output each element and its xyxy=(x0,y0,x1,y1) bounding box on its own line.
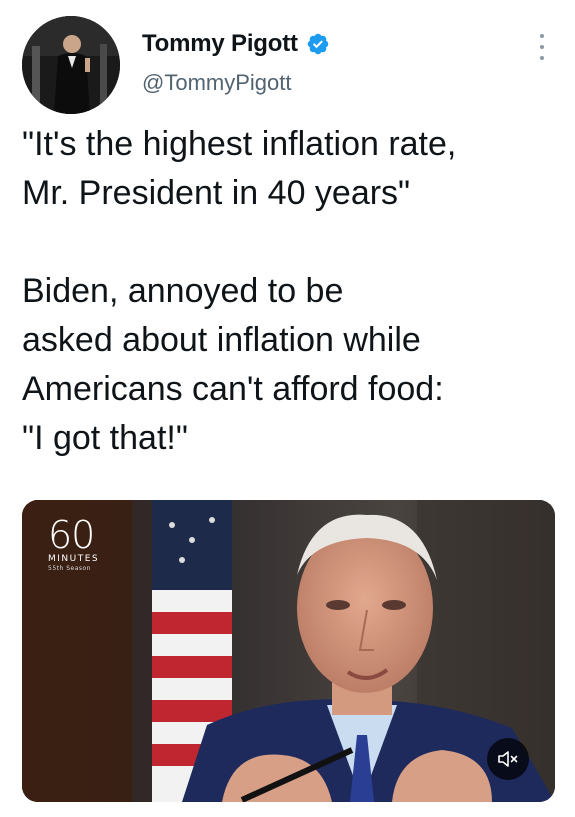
video-player[interactable]: 60 MINUTES 55th Season xyxy=(22,500,555,802)
sixty-minutes-logo: 60 MINUTES 55th Season xyxy=(48,513,100,572)
logo-subtitle: 55th Season xyxy=(48,565,91,572)
logo-title: MINUTES xyxy=(48,554,100,564)
avatar[interactable] xyxy=(22,16,120,114)
author-name-row[interactable]: Tommy Pigott xyxy=(142,30,330,58)
tweet-line: "It's the highest inflation rate, xyxy=(22,125,457,163)
mute-button[interactable] xyxy=(487,738,529,780)
video-frame xyxy=(22,500,555,802)
verified-badge-icon xyxy=(307,33,329,55)
tweet-line: Americans can't afford food: xyxy=(22,370,444,408)
more-dot xyxy=(540,34,544,38)
display-name[interactable]: Tommy Pigott xyxy=(142,30,298,58)
author-handle[interactable]: @TommyPigott xyxy=(142,70,291,96)
tweet-line: asked about inflation while xyxy=(22,321,421,359)
more-dot xyxy=(540,56,544,60)
logo-number: 60 xyxy=(48,513,95,557)
tweet-line: "I got that!" xyxy=(22,419,188,457)
more-dot xyxy=(540,45,544,49)
more-options-icon[interactable] xyxy=(537,34,547,60)
avatar-image xyxy=(22,16,120,114)
tweet-text: "It's the highest inflation rate, Mr. Pr… xyxy=(22,120,557,463)
tweet-line: Biden, annoyed to be xyxy=(22,272,344,310)
tweet-line: Mr. President in 40 years" xyxy=(22,174,411,212)
speaker-muted-icon xyxy=(498,751,518,767)
